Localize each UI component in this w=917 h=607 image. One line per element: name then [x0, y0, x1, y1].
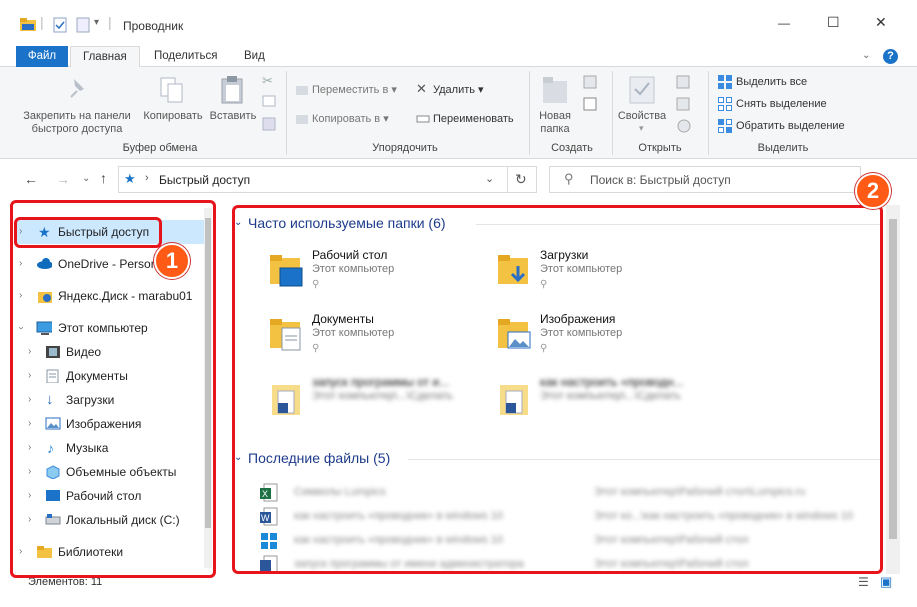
group-select-label: Выделить — [757, 142, 809, 154]
content-scroll-thumb[interactable] — [889, 219, 897, 539]
back-button[interactable]: ← — [24, 171, 38, 187]
title-separator: | — [108, 14, 112, 30]
move-to-label: Переместить в — [312, 84, 389, 96]
delete-label: Удалить — [433, 84, 475, 96]
details-view-icon[interactable]: ☰ — [858, 575, 869, 589]
delete-button[interactable]: Удалить ▾ — [433, 83, 484, 97]
move-to-icon — [296, 86, 308, 95]
new-folder-button[interactable]: Новая папка — [534, 110, 576, 136]
qat-dropdown-icon[interactable]: ▾ — [94, 17, 99, 28]
copy-to-icon — [296, 115, 308, 124]
address-dropdown-icon[interactable]: ⌄ — [485, 172, 494, 185]
pin-icon — [70, 79, 84, 98]
edit-icon[interactable] — [676, 97, 692, 111]
pin-label-line1: Закрепить на панели — [23, 110, 131, 122]
address-divider — [507, 166, 508, 193]
group-create-label: Создать — [551, 142, 593, 154]
invert-selection-icon — [718, 119, 732, 133]
annotation-badge-2: 2 — [855, 173, 891, 209]
annotation-badge-1: 1 — [154, 243, 190, 279]
title-separator: | — [40, 14, 44, 30]
star-icon: ★ — [124, 171, 136, 186]
annotation-box-content — [232, 205, 883, 574]
cut-icon[interactable]: ✂ — [262, 73, 273, 89]
delete-icon: ✕ — [416, 81, 427, 96]
new-item-icon[interactable] — [583, 75, 603, 89]
new-folder-icon — [543, 77, 567, 103]
paste-shortcut-icon[interactable] — [262, 117, 276, 131]
properties-button[interactable]: Свойства — [614, 110, 670, 123]
maximize-button[interactable]: ☐ — [827, 14, 840, 31]
refresh-button[interactable]: ↻ — [515, 171, 527, 188]
ribbon-tabs: Файл Главная Поделиться Вид ⌄ ? — [0, 46, 917, 68]
window-title: Проводник — [123, 19, 184, 33]
search-input[interactable]: ⚲ Поиск в: Быстрый доступ — [549, 166, 861, 193]
tab-home[interactable]: Главная — [70, 46, 140, 68]
easy-access-icon[interactable] — [583, 97, 603, 111]
search-placeholder: Поиск в: Быстрый доступ — [590, 173, 731, 187]
paste-icon — [221, 76, 243, 104]
history-icon[interactable] — [676, 119, 692, 133]
rename-button[interactable]: Переименовать — [433, 112, 514, 126]
open-icon[interactable] — [676, 75, 692, 89]
properties-icon — [629, 76, 655, 104]
folder-icon — [20, 18, 36, 31]
help-icon[interactable]: ? — [883, 49, 898, 64]
new-folder-qat-icon[interactable] — [76, 17, 90, 33]
forward-button[interactable]: → — [56, 171, 70, 187]
address-toolbar: ← → ⌄ ↑ ★ › Быстрый доступ ⌄ ↻ ⚲ Поиск в… — [0, 160, 917, 200]
address-bar[interactable]: ★ › Быстрый доступ ⌄ ↻ — [118, 166, 537, 193]
group-separator — [529, 71, 530, 155]
minimize-button[interactable]: — — [778, 16, 790, 30]
properties-dropdown-icon[interactable]: ▾ — [639, 123, 644, 134]
copy-path-icon[interactable] — [262, 95, 276, 107]
content-scrollbar[interactable] — [886, 205, 900, 574]
group-organize-label: Упорядочить — [372, 142, 438, 154]
new-folder-line2: папка — [540, 123, 570, 135]
search-icon: ⚲ — [564, 171, 574, 186]
invert-selection-button[interactable]: Обратить выделение — [736, 119, 845, 133]
breadcrumb-current[interactable]: Быстрый доступ — [159, 173, 250, 187]
pin-label-line2: быстрого доступа — [31, 123, 123, 135]
select-none-button[interactable]: Снять выделение — [736, 97, 827, 111]
up-button[interactable]: ↑ — [100, 170, 107, 186]
group-separator — [708, 71, 709, 155]
group-clipboard-label: Буфер обмена — [122, 142, 198, 154]
select-all-icon — [718, 75, 732, 89]
tab-share[interactable]: Поделиться — [142, 46, 230, 67]
copy-to-button[interactable]: Копировать в ▾ — [312, 112, 389, 126]
group-separator — [286, 71, 287, 155]
ribbon: Закрепить на панели быстрого доступа Коп… — [0, 67, 917, 159]
collapse-ribbon-icon[interactable]: ⌄ — [862, 50, 870, 61]
tab-file[interactable]: Файл — [16, 46, 68, 67]
group-separator — [612, 71, 613, 155]
group-open-label: Открыть — [638, 142, 682, 154]
breadcrumb-chevron-icon[interactable]: › — [145, 172, 149, 184]
recent-locations-icon[interactable]: ⌄ — [82, 173, 90, 184]
close-button[interactable]: ✕ — [875, 14, 887, 31]
copy-icon — [160, 77, 183, 103]
large-icons-view-icon[interactable]: ▣ — [880, 574, 892, 590]
copy-button[interactable]: Копировать — [140, 110, 206, 123]
copy-to-label: Копировать в — [312, 113, 381, 125]
paste-button[interactable]: Вставить — [206, 110, 260, 123]
new-folder-line1: Новая — [539, 110, 571, 122]
pin-quick-access-button[interactable]: Закрепить на панели быстрого доступа — [18, 110, 136, 136]
tab-view[interactable]: Вид — [232, 46, 277, 67]
rename-icon — [416, 115, 430, 123]
title-bar: | ▾ | Проводник — ☐ ✕ — [0, 0, 917, 46]
select-none-icon — [718, 97, 732, 111]
move-to-button[interactable]: Переместить в ▾ — [312, 83, 397, 97]
properties-qat-icon[interactable] — [53, 17, 67, 33]
select-all-button[interactable]: Выделить все — [736, 75, 807, 89]
annotation-box-quick-access — [14, 217, 162, 248]
